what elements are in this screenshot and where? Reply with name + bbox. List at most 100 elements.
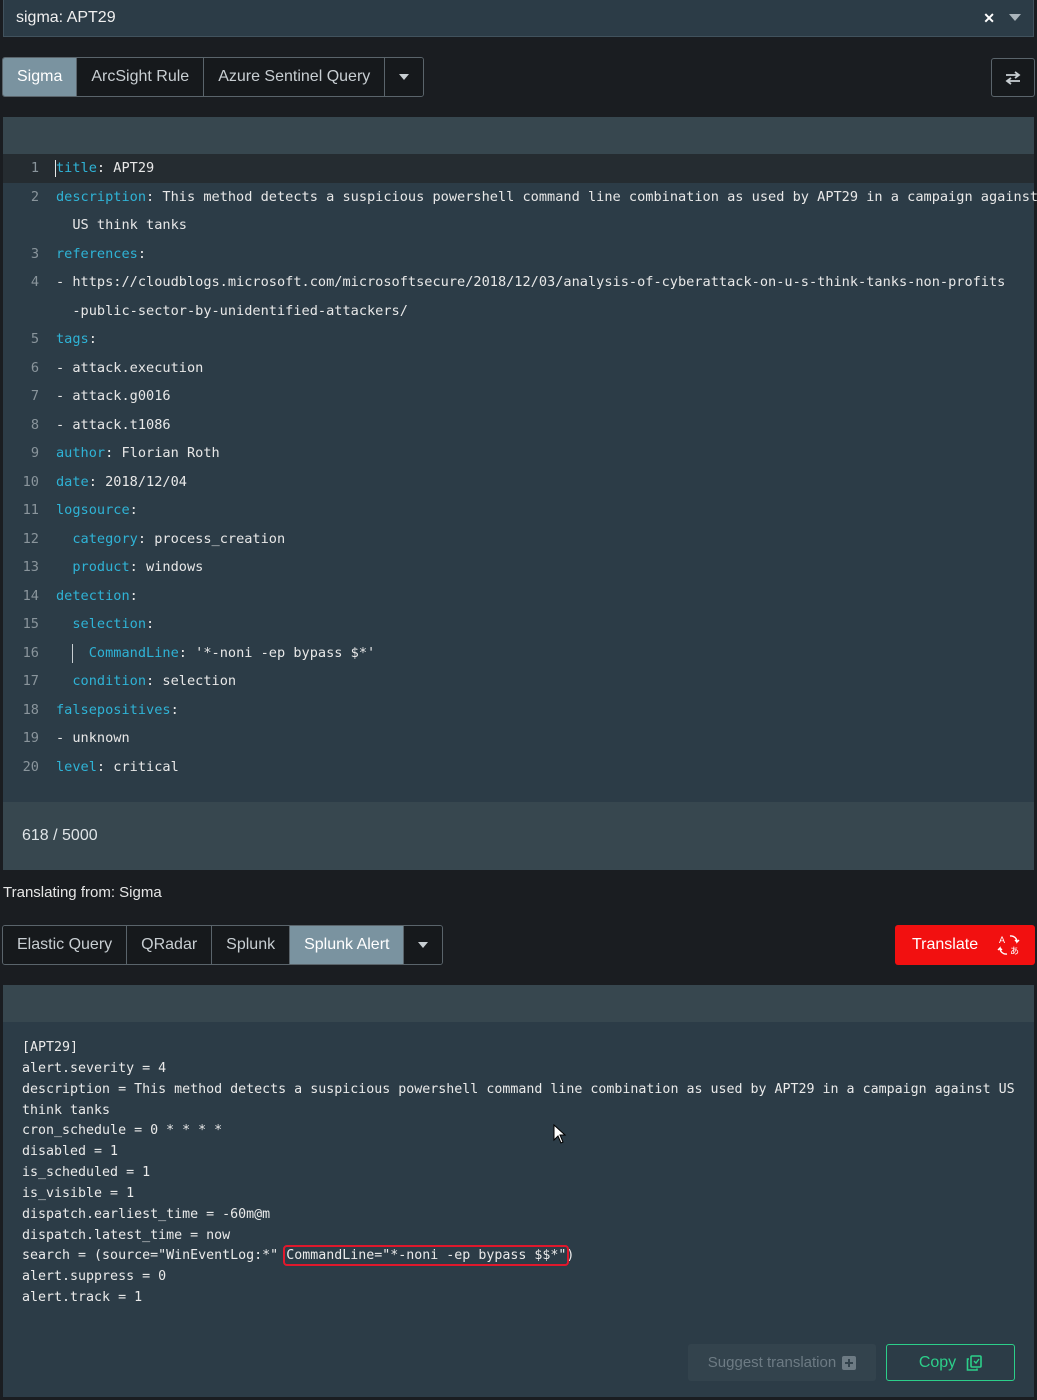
suggest-translation-button[interactable]: Suggest translation (688, 1344, 876, 1381)
output-line: alert.track = 1 (22, 1290, 143, 1306)
yaml-key: tags (56, 331, 89, 347)
target-tab-elastic-query[interactable]: Elastic Query (3, 926, 128, 964)
output-line: disabled = 1 (22, 1144, 119, 1160)
copy-button-label: Copy (918, 1353, 957, 1371)
source-editor[interactable]: 1 title: APT29 2 description: This method d… (3, 117, 1037, 870)
source-more-dropdown[interactable] (385, 58, 424, 96)
output-line: cron_schedule = 0 * * * * (22, 1123, 223, 1139)
yaml-key: detection (56, 587, 130, 604)
line-number: 6 (30, 359, 39, 376)
code-text: description: This method detects a suspi… (56, 188, 1037, 205)
output-line: is_scheduled = 1 (22, 1165, 151, 1181)
line-number: 3 (30, 245, 39, 262)
chevron-down-icon[interactable] (1009, 14, 1021, 21)
swap-languages-button[interactable] (991, 58, 1035, 97)
yaml-key: description (56, 188, 147, 205)
yaml-key: logsource (56, 502, 130, 518)
yaml-key: selection (72, 616, 147, 632)
code-text: - unknown (56, 730, 130, 746)
code-text: -public-sector-by-unidentified-attackers… (56, 302, 408, 319)
code-line: -public-sector-by-unidentified-attackers… (3, 297, 1034, 326)
code-text: logsource: (56, 502, 138, 518)
target-more-dropdown[interactable] (404, 926, 443, 964)
code-line: 18 falsepositives: (3, 696, 1034, 725)
translation-output[interactable]: [APT29] alert.severity = 4 description = T… (3, 985, 1034, 1397)
code-line: 19 - unknown (3, 724, 1034, 753)
code-line: 8 - attack.t1086 (3, 411, 1034, 440)
line-number: 18 (22, 701, 39, 718)
source-tab-sigma[interactable]: Sigma (3, 58, 78, 96)
code-line: 13 product: windows (3, 553, 1034, 582)
output-toolbar (3, 985, 1034, 1022)
chevron-down-icon (418, 942, 429, 948)
rule-selector[interactable]: sigma: APT29 ✕ (3, 0, 1034, 37)
code-text: references: (56, 245, 147, 262)
line-number: 8 (30, 416, 39, 433)
line-number: 20 (22, 758, 39, 775)
copy-button[interactable]: Copy (886, 1344, 1015, 1381)
code-line: 4 - https://cloudblogs.microsoft.com/micr… (3, 268, 1034, 297)
output-line: is_visible = 1 (22, 1185, 135, 1201)
line-number: 17 (22, 673, 39, 689)
clear-selection-icon[interactable]: ✕ (983, 10, 995, 27)
suggest-translation-label: Suggest translation (707, 1354, 837, 1371)
code-text: CommandLine: '*-noni -ep bypass $*' (88, 644, 376, 661)
code-line: 20 level: critical (3, 753, 1034, 782)
code-line: 17 condition: selection (3, 667, 1034, 696)
code-line: 12 category: process_creation (3, 525, 1034, 554)
source-tab-arcsight-rule[interactable]: ArcSight Rule (77, 58, 205, 96)
source-language-tabs: Sigma ArcSight Rule Azure Sentinel Query (2, 57, 425, 97)
yaml-key: falsepositives (56, 701, 171, 718)
line-number: 13 (22, 559, 39, 575)
swap-arrows-icon (1005, 70, 1021, 85)
code-text: - https://cloudblogs.microsoft.com/micro… (56, 274, 1006, 290)
output-text: [APT29] alert.severity = 4 description = T… (22, 1038, 1022, 1309)
rule-selector-value: sigma: APT29 (16, 9, 116, 26)
yaml-key: condition (72, 673, 147, 689)
yaml-key: product (72, 559, 130, 575)
code-text: US think tanks (56, 217, 187, 233)
yaml-key: references (56, 245, 138, 262)
source-tab-azure-sentinel-query[interactable]: Azure Sentinel Query (204, 58, 386, 96)
chevron-down-icon (399, 74, 410, 80)
plus-square-icon (842, 1355, 857, 1370)
code-line: 2 description: This method detects a susp… (3, 183, 1037, 212)
code-text: product: windows (72, 559, 204, 575)
code-line: 1 title: APT29 (3, 154, 1034, 183)
svg-text:あ: あ (1010, 946, 1019, 956)
output-search-line: search = (source="WinEventLog:*" Command… (22, 1245, 575, 1267)
translate-button-label: Translate (912, 936, 979, 953)
svg-text:A: A (999, 935, 1005, 945)
output-line: alert.suppress = 0 (22, 1269, 167, 1285)
code-line: 5 tags: (3, 325, 1034, 354)
translate-icon: A あ (997, 935, 1020, 956)
line-number: 9 (30, 445, 39, 461)
yaml-key: date (56, 473, 89, 490)
code-line: 9 author: Florian Roth (3, 439, 1034, 468)
line-number: 2 (30, 188, 39, 205)
line-number: 14 (22, 587, 39, 604)
code-line: 7 - attack.g0016 (3, 382, 1034, 411)
target-tab-splunk-alert[interactable]: Splunk Alert (290, 926, 405, 964)
code-text: condition: selection (72, 673, 237, 689)
line-number: 16 (22, 644, 39, 661)
translate-button[interactable]: Translate A あ (895, 925, 1035, 965)
target-tab-qradar[interactable]: QRadar (127, 926, 213, 964)
target-tab-splunk[interactable]: Splunk (212, 926, 291, 964)
code-text: tags: (56, 331, 97, 347)
mouse-pointer-icon (553, 1124, 567, 1144)
editor-toolbar (3, 117, 1034, 154)
code-text: falsepositives: (56, 701, 179, 718)
yaml-key: CommandLine (88, 644, 179, 661)
code-line: 15 selection: (3, 610, 1034, 639)
code-text: category: process_creation (72, 530, 286, 547)
text-cursor (55, 160, 56, 177)
yaml-key: category (72, 530, 138, 547)
line-number: 1 (30, 160, 39, 176)
translator-page: sigma: APT29 ✕ Sigma ArcSight Rule Azure S… (0, 0, 1037, 1400)
code-text: - attack.execution (56, 359, 204, 376)
code-text: level: critical (56, 758, 179, 775)
code-text: author: Florian Roth (56, 445, 220, 461)
character-counter: 618 / 5000 (3, 802, 1034, 870)
output-line: dispatch.latest_time = now (22, 1227, 231, 1243)
